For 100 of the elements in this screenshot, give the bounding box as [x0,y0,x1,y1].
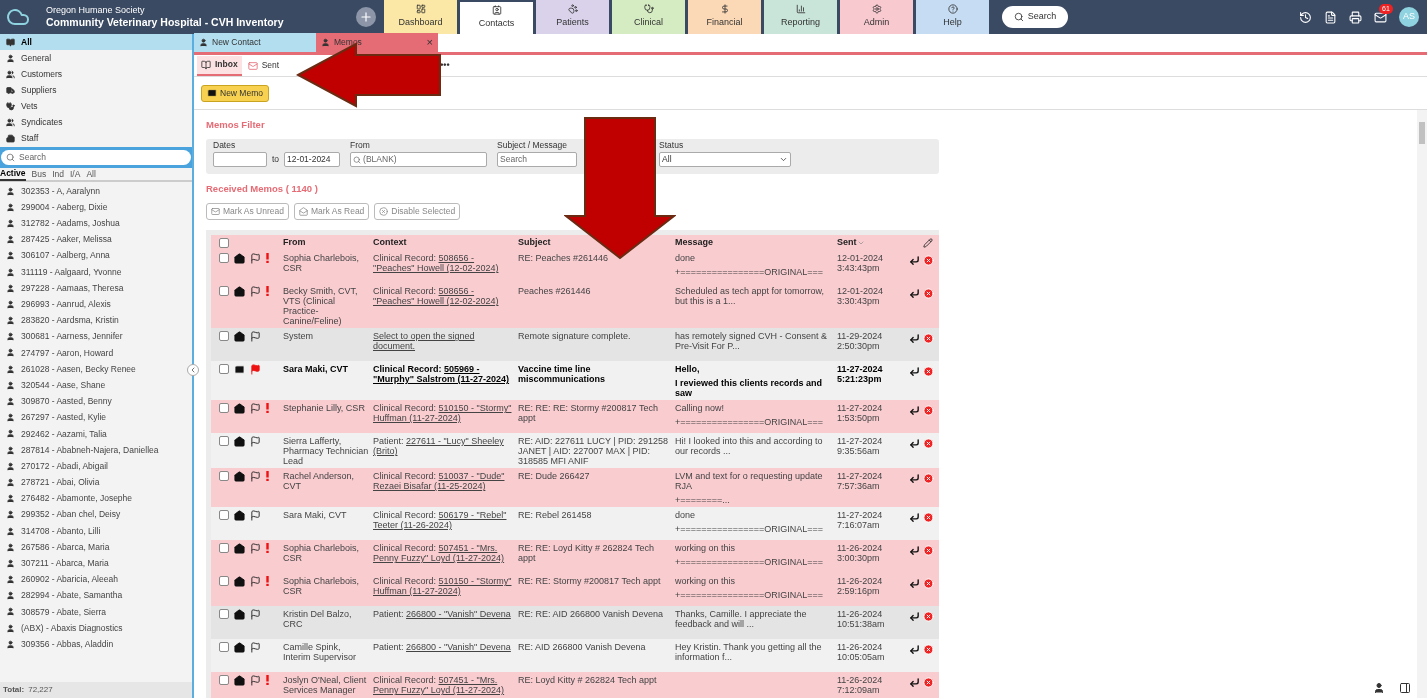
flag-icon[interactable] [250,331,261,343]
delete-icon[interactable] [923,333,934,345]
contact-item[interactable]: (ABX) - Abaxis Diagnostics [0,620,125,637]
row-checkbox[interactable] [219,642,229,653]
table-row[interactable]: Sara Maki, CVT Clinical Record: 506179 - "Rebel" Teeter (11-26-2024) RE: Rebel 261458 done +================ORIGINAL=== 11-27-2024 7:16:07am [211,507,939,541]
contact-item[interactable]: 312782 - Aadams, Joshua [0,215,122,232]
column-header[interactable]: Context [373,236,407,250]
new-memo-button[interactable]: New Memo [201,84,269,102]
table-row[interactable]: Joslyn O'Neal, Client Services Manager Clinical Record: 507451 - "Mrs. Penny Fuzzy" Loyd (11-27-2024) RE: Loyd Kitty # 262824 Tech appt 11-26-2024 7:12:09am [211,672,939,698]
flag-icon[interactable] [250,675,261,687]
reply-icon[interactable] [909,644,920,656]
contact-item[interactable]: 296993 - Aanrud, Alexis [0,296,113,313]
table-row[interactable]: Sophia Charlebois, CSR Clinical Record: 507451 - "Mrs. Penny Fuzzy" Loyd (11-27-2024) RE: RE: Loyd Kitty # 262824 Tech appt working on this +================ORIGINAL=== 11-26-2024 3:00:30pm [211,540,939,574]
contact-item[interactable]: 267586 - Abarca, Maria [0,539,112,556]
nav-tab[interactable]: Patients [536,0,609,34]
delete-icon[interactable] [923,473,934,485]
category-item[interactable]: Vets [0,98,192,114]
delete-icon[interactable] [923,288,934,300]
nav-tab[interactable]: Help [916,0,989,34]
flag-icon[interactable] [250,286,261,298]
table-row[interactable] [211,433,939,469]
contact-item[interactable]: 270172 - Abadi, Abigail [0,458,110,475]
contact-item[interactable]: 267297 - Aasted, Kylie [0,409,109,426]
delete-icon[interactable] [923,512,934,524]
record-link[interactable]: Clinical Record: 510150 - "Stormy" Huffman (11-27-2024) [373,576,514,597]
action-button[interactable]: Mark As Read [293,203,370,221]
record-link[interactable]: Select to open the signed document. [373,331,514,352]
edit-icon[interactable] [923,237,933,248]
table-row[interactable]: Rachel Anderson, CVT Clinical Record: 510037 - "Dude" Rezaei Bisafar (11-25-2024) RE: Dude 266427 LVM and text for o requesting update RJA +========... 11-27-2024 7:57:36am [211,468,939,508]
add-button[interactable] [356,7,376,27]
column-header[interactable]: From [283,236,306,250]
contact-item[interactable]: 282994 - Abate, Samantha [0,587,125,604]
record-link[interactable]: Patient: 227611 - "Lucy" Sheeley (Brito) [373,436,514,457]
reply-icon[interactable] [909,473,920,485]
nav-tab[interactable]: Admin [840,0,913,34]
nav-tab[interactable]: Reporting [764,0,837,34]
contact-item[interactable]: 276482 - Abamonte, Josephe [0,490,135,507]
flag-icon[interactable] [250,364,261,376]
mail-icon[interactable] [1374,10,1387,24]
reply-icon[interactable] [909,405,920,417]
table-row[interactable]: Sophia Charlebois, CSR Clinical Record: 510150 - "Stormy" Huffman (11-27-2024) RE: RE: Stormy #200817 Tech appt working on this +================ORIGINAL=== 11-26-2024 2:59:16pm [211,573,939,607]
reply-icon[interactable] [909,545,920,557]
reply-icon[interactable] [909,512,920,524]
contact-item[interactable]: 311119 - Aalgaard, Yvonne [0,263,124,281]
reply-icon[interactable] [909,288,920,300]
reply-icon[interactable] [909,677,920,689]
row-checkbox[interactable] [219,576,229,587]
nav-tab[interactable]: Contacts [460,0,533,34]
flag-icon[interactable] [250,471,261,483]
row-checkbox[interactable] [219,609,229,620]
category-item[interactable]: Staff [0,130,192,146]
record-link[interactable]: Clinical Record: 507451 - "Mrs. Penny Fuzzy" Loyd (11-27-2024) [373,543,514,564]
memo-tab[interactable]: Sent [243,55,284,76]
row-checkbox[interactable] [219,543,229,554]
table-row[interactable]: Stephanie Lilly, CSR Clinical Record: 510150 - "Stormy" Huffman (11-27-2024) RE: RE: RE: Stormy #200817 Tech appt Calling now! +================ORIGINAL=== 11-27-2024 1:53:50pm [211,400,939,434]
contact-item[interactable]: 292462 - Aazami, Talia [0,425,109,442]
row-checkbox[interactable] [219,471,229,482]
status-select[interactable]: All [659,152,792,167]
category-item[interactable]: Customers [0,66,192,82]
memo-tab[interactable]: Inbox [197,55,242,76]
collapse-button[interactable] [187,364,199,376]
contact-item[interactable]: 261028 - Aasen, Becky Renee [0,361,138,378]
subject-field[interactable]: Search [497,152,578,167]
flag-icon[interactable] [250,253,261,265]
record-link[interactable]: Clinical Record: 508656 - "Peaches" Howell (12-02-2024) [373,253,514,274]
filter-tab[interactable]: Ind [52,167,64,181]
column-header[interactable]: Message [675,236,714,250]
flag-icon[interactable] [250,609,261,621]
person-icon[interactable] [1373,682,1385,694]
action-button[interactable]: Mark As Unread [206,203,289,221]
reply-icon[interactable] [909,438,920,450]
date-to-field[interactable]: 12-01-2024 [284,152,341,167]
contact-item[interactable]: 283820 - Aardsma, Kristin [0,312,121,329]
from-field[interactable]: (BLANK) [350,152,488,167]
nav-tab[interactable]: Clinical [612,0,685,34]
column-header[interactable]: Subject [518,236,551,250]
document-tab[interactable]: New Contact [194,33,316,52]
document-icon[interactable] [1324,10,1337,24]
delete-icon[interactable] [923,405,934,417]
contact-item[interactable]: 307211 - Abarca, Maria [0,555,111,572]
history-icon[interactable] [1299,10,1312,24]
delete-icon[interactable] [923,611,934,623]
filter-tab[interactable]: All [86,167,96,181]
category-item[interactable]: Syndicates [0,114,192,130]
contact-item[interactable]: 309870 - Aasted, Benny [0,393,114,410]
delete-icon[interactable] [923,438,934,450]
contact-item[interactable]: 297228 - Aamaas, Theresa [0,280,126,297]
record-link[interactable]: Clinical Record: 508656 - "Peaches" Howell (12-02-2024) [373,286,514,307]
row-checkbox[interactable] [219,510,229,521]
filter-tab[interactable]: I/A [70,167,81,181]
record-link[interactable]: Clinical Record: 510037 - "Dude" Rezaei Bisafar (11-25-2024) [373,471,514,492]
filter-tab[interactable]: Active [0,166,26,182]
contact-item[interactable]: 308579 - Abate, Sierra [0,603,109,621]
close-icon[interactable]: × [426,34,433,51]
flag-icon[interactable] [250,403,261,415]
category-item[interactable]: Suppliers [0,82,192,98]
select-all-checkbox[interactable] [219,237,229,248]
delete-icon[interactable] [923,255,934,267]
row-checkbox[interactable] [219,364,229,375]
panel-icon[interactable] [1399,682,1411,694]
